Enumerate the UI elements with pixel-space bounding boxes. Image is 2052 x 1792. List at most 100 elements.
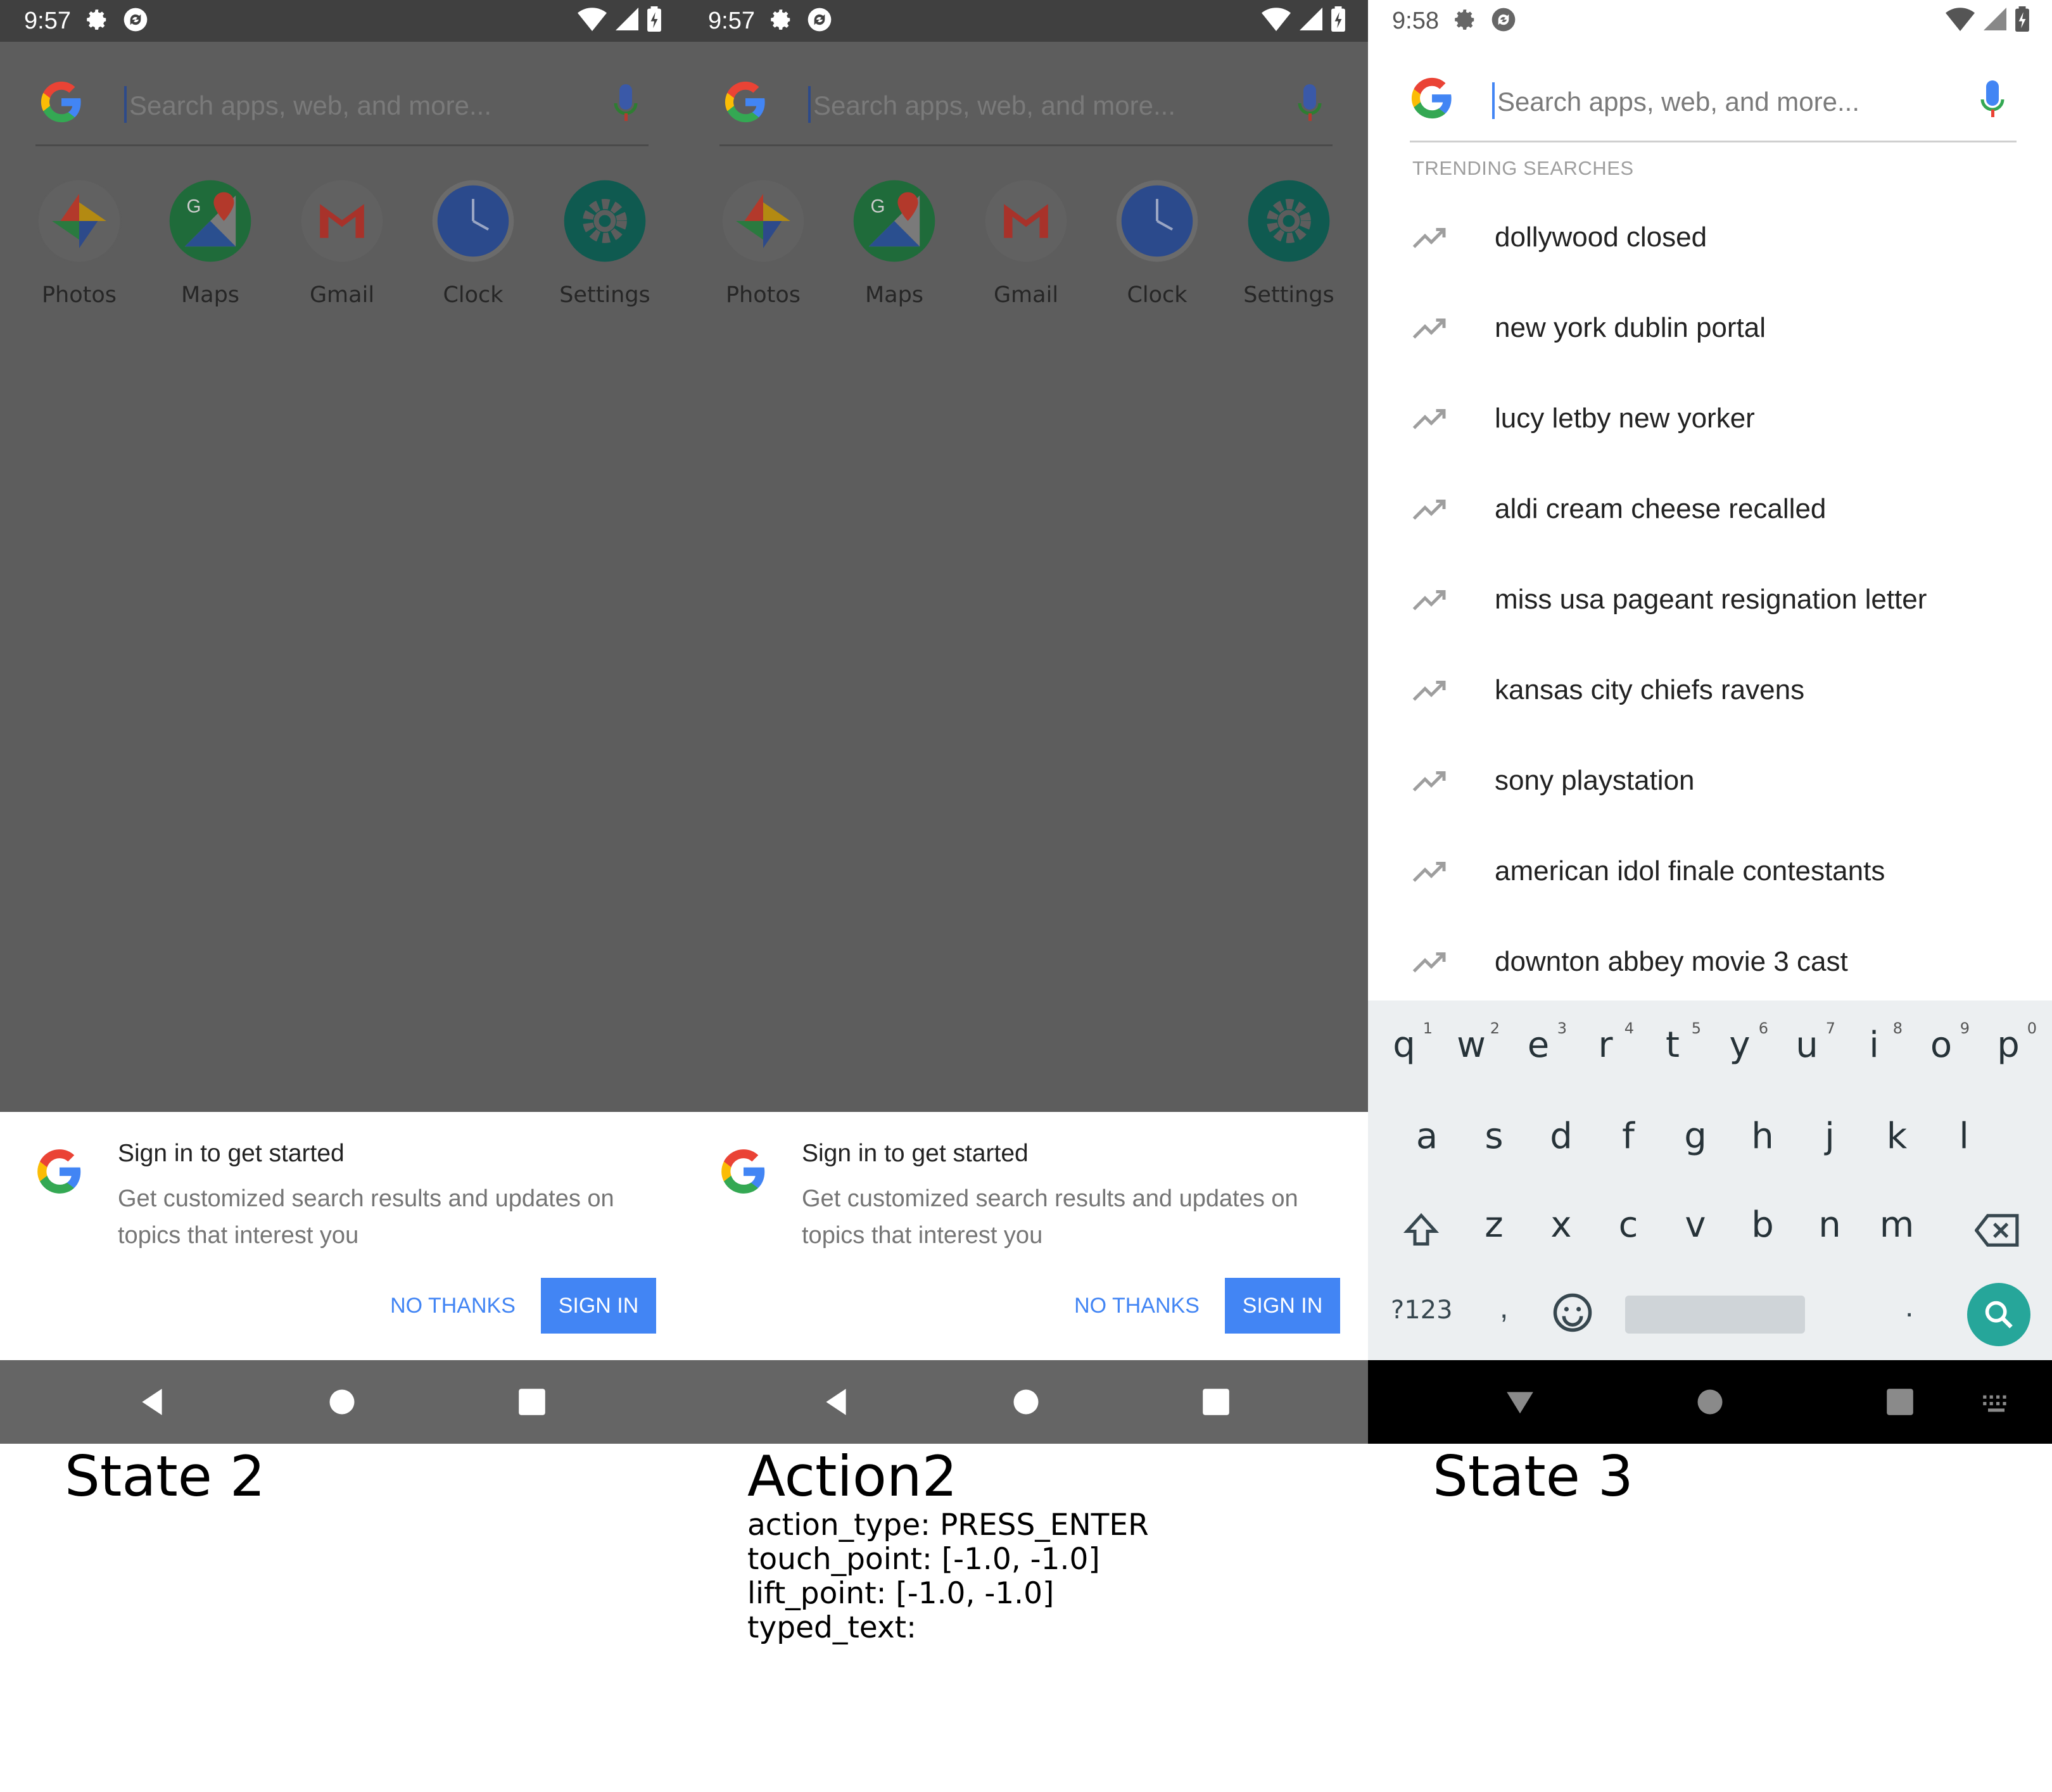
microphone-icon[interactable] [1297,84,1322,125]
trending-up-icon [1412,952,1446,973]
recents-icon[interactable] [516,1385,548,1418]
wifi-icon [578,8,607,32]
key-y[interactable]: y6 [1706,1019,1773,1066]
trending-item[interactable]: dollywood closed [1368,196,2052,287]
key-p[interactable]: p0 [1975,1019,2042,1066]
key-hint: 9 [1960,1019,1970,1037]
keyboard-row-3: z x c v b n m [1368,1204,2052,1287]
key-d[interactable]: d [1528,1116,1595,1157]
text-caret [808,86,811,123]
emoji-icon[interactable] [1552,1292,1593,1334]
key-o[interactable]: o9 [1908,1019,1975,1066]
key-a[interactable]: a [1393,1116,1460,1157]
app-clock[interactable]: Clock [1103,171,1211,308]
key-w[interactable]: w2 [1438,1019,1505,1066]
no-thanks-button[interactable]: NO THANKS [380,1278,526,1334]
key-hint: 6 [1758,1019,1768,1037]
key-b[interactable]: b [1729,1204,1796,1246]
search-key[interactable] [1967,1283,2030,1346]
trending-item[interactable]: downton abbey movie 3 cast [1368,921,2052,1011]
back-icon[interactable] [820,1385,852,1418]
trending-up-icon [1412,681,1446,701]
caption-state3: State 3 [1433,1444,1633,1509]
home-icon[interactable] [1010,1385,1042,1418]
search-input[interactable] [813,84,1257,128]
period-key[interactable]: . [1905,1289,1913,1324]
trending-item[interactable]: miss usa pageant resignation letter [1368,558,2052,649]
app-gmail[interactable]: Gmail [288,171,396,308]
search-bar[interactable] [1410,66,2017,142]
key-c[interactable]: c [1595,1204,1662,1246]
key-z[interactable]: z [1460,1204,1528,1246]
app-maps[interactable]: G Maps [156,171,264,308]
app-maps[interactable]: G Maps [840,171,948,308]
app-label: Settings [1243,282,1334,308]
key-j[interactable]: j [1796,1116,1863,1157]
search-bar[interactable] [35,70,649,146]
key-q[interactable]: q1 [1371,1019,1438,1066]
back-down-icon[interactable] [1504,1385,1536,1418]
gear-icon [562,179,647,263]
trending-item-text: dollywood closed [1495,222,1707,253]
key-k[interactable]: k [1863,1116,1930,1157]
key-label: u [1796,1025,1818,1066]
microphone-icon[interactable] [613,84,638,125]
key-label: e [1527,1025,1550,1066]
battery-icon [647,6,661,32]
recents-icon[interactable] [1200,1385,1232,1418]
key-l[interactable]: l [1930,1116,1998,1157]
app-settings[interactable]: Settings [551,171,659,308]
key-t[interactable]: t5 [1639,1019,1706,1066]
screen-state3: 9:58 TRENDING SEARCHES dollywood cl [1368,0,2052,1444]
trending-item[interactable]: american idol finale contestants [1368,830,2052,921]
key-m[interactable]: m [1863,1204,1930,1246]
text-caret [1492,82,1495,119]
app-settings[interactable]: Settings [1235,171,1343,308]
dialog-description: Get customized search results and update… [118,1185,614,1249]
backspace-icon[interactable] [1975,1213,2020,1247]
key-x[interactable]: x [1528,1204,1595,1246]
app-clock[interactable]: Clock [419,171,527,308]
status-bar: 9:58 [1368,0,2052,42]
sign-in-dialog: Sign in to get started Get customized se… [684,1112,1368,1360]
signal-icon [616,8,638,30]
trending-item[interactable]: aldi cream cheese recalled [1368,468,2052,558]
sign-in-dialog: Sign in to get started Get customized se… [0,1112,684,1360]
app-gmail[interactable]: Gmail [972,171,1080,308]
key-h[interactable]: h [1729,1116,1796,1157]
app-photos[interactable]: Photos [25,171,133,308]
key-i[interactable]: i8 [1840,1019,1908,1066]
back-icon[interactable] [136,1385,168,1418]
microphone-icon[interactable] [1980,80,2005,122]
trending-item[interactable]: new york dublin portal [1368,287,2052,377]
home-icon[interactable] [326,1385,358,1418]
key-f[interactable]: f [1595,1116,1662,1157]
shift-icon[interactable] [1402,1211,1440,1249]
key-s[interactable]: s [1460,1116,1528,1157]
comma-key[interactable]: , [1500,1290,1508,1325]
clock-icon [431,179,516,263]
battery-icon [2015,6,2029,32]
text-caret [124,86,127,123]
search-bar[interactable] [719,70,1333,146]
key-e[interactable]: e3 [1505,1019,1572,1066]
key-u[interactable]: u7 [1773,1019,1840,1066]
search-input[interactable] [129,84,573,128]
home-icon[interactable] [1694,1385,1726,1418]
spacebar[interactable] [1625,1296,1805,1334]
key-g[interactable]: g [1662,1116,1729,1157]
app-photos[interactable]: Photos [709,171,817,308]
key-n[interactable]: n [1796,1204,1863,1246]
key-r[interactable]: r4 [1572,1019,1639,1066]
trending-item[interactable]: kansas city chiefs ravens [1368,649,2052,740]
sign-in-button[interactable]: SIGN IN [541,1278,656,1334]
key-v[interactable]: v [1662,1204,1729,1246]
recents-icon[interactable] [1884,1385,1916,1418]
no-thanks-button[interactable]: NO THANKS [1064,1278,1210,1334]
symbols-key[interactable]: ?123 [1391,1296,1453,1325]
search-input[interactable] [1497,80,1941,124]
trending-item[interactable]: sony playstation [1368,740,2052,830]
sign-in-button[interactable]: SIGN IN [1225,1278,1340,1334]
keyboard-switch-icon[interactable] [1980,1385,2013,1418]
trending-item[interactable]: lucy letby new yorker [1368,377,2052,468]
